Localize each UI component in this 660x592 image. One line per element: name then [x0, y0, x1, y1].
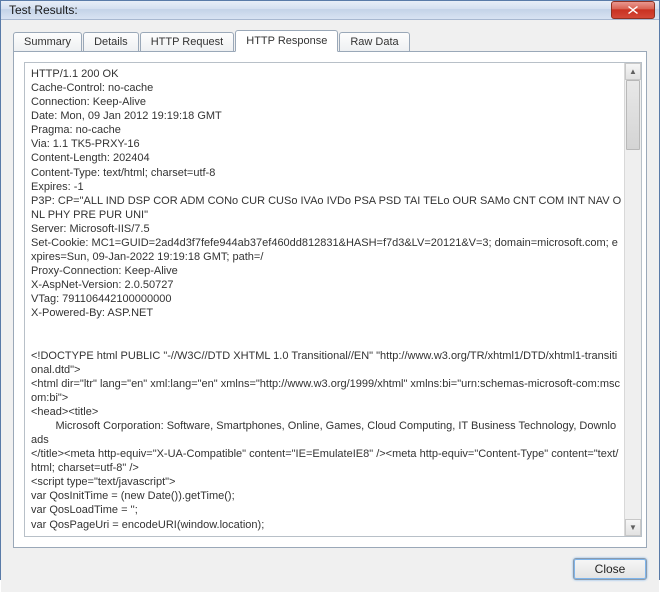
scrollbar-up-button[interactable]: ▲: [625, 63, 641, 80]
dialog-window: Test Results: Summary Details HTTP Reque…: [0, 0, 660, 580]
dialog-footer: Close: [13, 548, 647, 580]
window-title: Test Results:: [9, 3, 611, 17]
window-close-button[interactable]: [611, 1, 655, 19]
close-button[interactable]: Close: [573, 558, 647, 580]
tabstrip: Summary Details HTTP Request HTTP Respon…: [13, 30, 647, 52]
response-textbox-wrap: HTTP/1.1 200 OK Cache-Control: no-cache …: [24, 62, 642, 537]
tab-panel: HTTP/1.1 200 OK Cache-Control: no-cache …: [13, 51, 647, 548]
tab-raw-data[interactable]: Raw Data: [339, 32, 409, 52]
tab-http-request[interactable]: HTTP Request: [140, 32, 235, 52]
titlebar[interactable]: Test Results:: [1, 1, 659, 20]
tab-summary[interactable]: Summary: [13, 32, 82, 52]
scrollbar-down-button[interactable]: ▼: [625, 519, 641, 536]
scrollbar-track[interactable]: [625, 80, 641, 519]
tab-details[interactable]: Details: [83, 32, 139, 52]
scrollbar-vertical[interactable]: ▲ ▼: [624, 63, 641, 536]
tab-http-response[interactable]: HTTP Response: [235, 30, 338, 52]
close-icon: [628, 6, 638, 14]
dialog-body: Summary Details HTTP Request HTTP Respon…: [1, 20, 659, 592]
scrollbar-thumb[interactable]: [626, 80, 640, 150]
response-textbox[interactable]: HTTP/1.1 200 OK Cache-Control: no-cache …: [25, 63, 624, 536]
